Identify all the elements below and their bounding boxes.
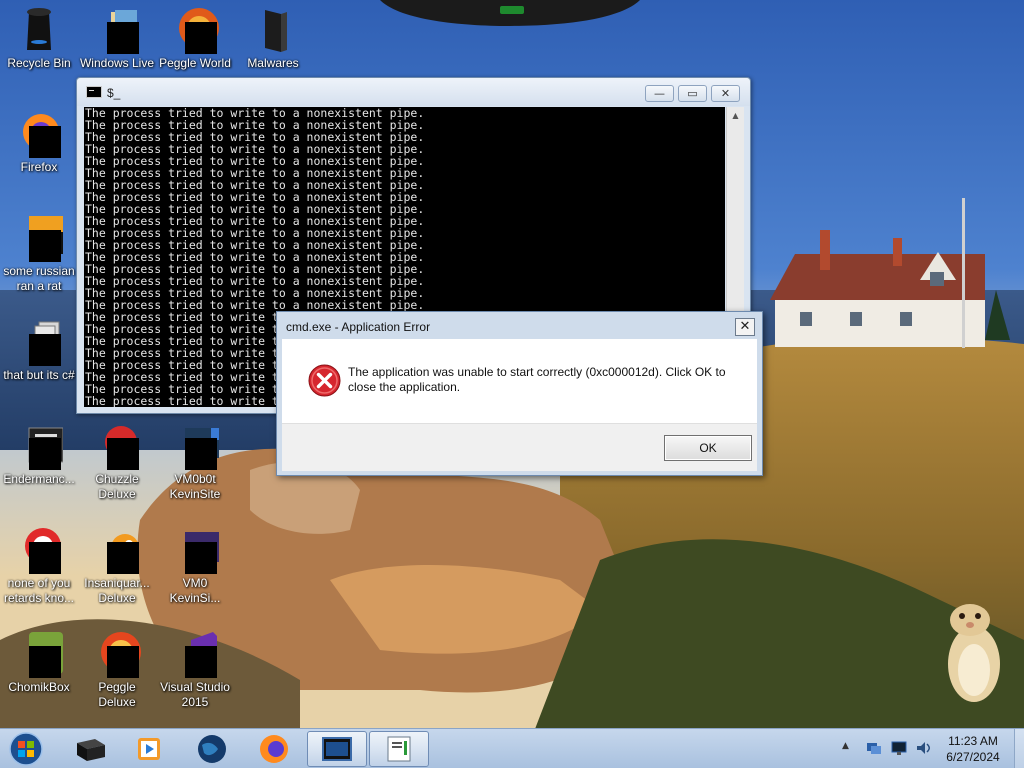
clock-time: 11:23 AM	[948, 734, 998, 748]
minimize-icon: —	[654, 87, 665, 100]
dialog-close-button[interactable]: ✕	[735, 318, 755, 336]
desktop-icon-malwares[interactable]: Malwares	[234, 6, 312, 71]
error-icon	[308, 364, 341, 397]
desktop-icon-label: Windows Live	[79, 56, 155, 70]
tray-display-icon[interactable]	[891, 740, 907, 756]
taskbar-command-prompt[interactable]	[307, 731, 367, 767]
desktop-icon-chomikbox[interactable]: ChomikBox	[0, 630, 78, 695]
desktop-icon-firefox[interactable]: Firefox	[0, 110, 78, 175]
start-orb-icon	[9, 732, 43, 766]
shortcut-icon	[15, 526, 63, 574]
maximize-icon: ▭	[687, 87, 698, 100]
globe-icon	[198, 735, 226, 763]
taskbar-clock[interactable]: 11:23 AM 6/27/2024	[932, 733, 1014, 765]
taskbar-firefox[interactable]	[244, 731, 304, 767]
desktop-icon-label: Firefox	[20, 160, 58, 174]
desktop-icon-insaniquarium-deluxe[interactable]: Insaniquar... Deluxe	[78, 526, 156, 606]
desktop-icon-recycle-bin[interactable]: Recycle Bin	[0, 6, 78, 71]
desktop-icon-label: Visual Studio 2015	[160, 680, 230, 709]
taskbar-notepad[interactable]	[369, 731, 429, 767]
hamster-mascot-image	[940, 598, 1006, 708]
taskbar: ▲ 11:23 AM 6/27/2024	[0, 728, 1024, 768]
minimize-button[interactable]: —	[645, 85, 674, 102]
desktop-icon-label: none of you retards kno...	[3, 576, 75, 605]
insaniquarium-icon	[93, 526, 141, 574]
shortcut-icon	[15, 214, 63, 262]
recycle-bin-icon	[15, 6, 63, 54]
vm-icon	[171, 526, 219, 574]
desktop-icon-peggle-deluxe[interactable]: Peggle Deluxe	[78, 630, 156, 710]
application-error-dialog[interactable]: cmd.exe - Application Error ✕ The applic…	[276, 311, 763, 476]
close-button[interactable]: ✕	[711, 85, 740, 102]
program-icon	[15, 422, 64, 470]
maximize-button[interactable]: ▭	[678, 85, 707, 102]
tray-speaker-icon[interactable]	[915, 740, 931, 756]
dialog-content: The application was unable to start corr…	[282, 339, 757, 423]
ok-button[interactable]: OK	[664, 435, 752, 461]
desktop-icon-none-of-you[interactable]: none of you retards kno...	[0, 526, 78, 606]
close-icon: ✕	[720, 87, 731, 100]
media-player-icon	[138, 738, 160, 760]
shortcut-icon	[15, 318, 63, 366]
windows-live-icon	[93, 6, 141, 54]
vm-icon	[171, 422, 219, 470]
scroll-up-arrow-icon[interactable]: ▲	[727, 107, 744, 124]
console-app-icon	[86, 86, 102, 98]
desktop-icon-peggle-world[interactable]: Peggle World	[156, 6, 234, 71]
start-button[interactable]	[2, 731, 50, 767]
desktop-icon-label: Malwares	[247, 56, 299, 70]
desktop-icon-windows-live[interactable]: Windows Live	[78, 6, 156, 71]
tray-expand-arrow-icon[interactable]: ▲	[842, 741, 858, 757]
tray-arrow-glyph: ▲	[842, 741, 849, 751]
desktop-icon-label: some russian ran a rat	[3, 264, 75, 293]
dialog-title: cmd.exe - Application Error	[286, 320, 431, 334]
console-titlebar[interactable]: $_ — ▭ ✕	[77, 78, 750, 106]
taskbar-console-app[interactable]	[60, 731, 120, 767]
desktop-icon-label: Recycle Bin	[7, 56, 71, 70]
malwares-icon	[249, 6, 297, 54]
tray-network-icon[interactable]	[866, 740, 882, 756]
taskbar-globe[interactable]	[182, 731, 242, 767]
command-prompt-icon	[322, 737, 352, 761]
peggle-deluxe-icon	[93, 630, 141, 678]
firefox-icon	[15, 110, 63, 158]
desktop-icon-label: Insaniquar... Deluxe	[84, 576, 150, 605]
desktop-icon-vm0-kevinsite[interactable]: VM0 KevinSi...	[156, 526, 234, 606]
dialog-footer: OK	[282, 423, 757, 471]
clock-date: 6/27/2024	[946, 750, 1000, 764]
desktop-icon-label: VM0b0t KevinSite	[169, 472, 221, 501]
desktop-icon-label: Endermanc...	[3, 472, 75, 486]
desktop-icon-vm0b0t-kevinsite[interactable]: VM0b0t KevinSite	[156, 422, 234, 502]
desktop-icon-that-but-its-csharp[interactable]: that but its c#	[0, 318, 78, 383]
desktop-icon-label: ChomikBox	[8, 680, 70, 694]
desktop-icon-label: Peggle Deluxe	[98, 680, 136, 709]
taskbar-media-player[interactable]	[120, 731, 180, 767]
desktop-icon-label: Chuzzle Deluxe	[95, 472, 139, 501]
desktop-icon-some-russian-ran-a-rat[interactable]: some russian ran a rat	[0, 214, 78, 294]
notepad-icon	[387, 736, 411, 762]
desktop-icon-chuzzle-deluxe[interactable]: Chuzzle Deluxe	[78, 422, 156, 502]
chuzzle-icon	[93, 422, 141, 470]
peggle-world-icon	[171, 6, 219, 54]
desktop-icon-label: that but its c#	[3, 368, 75, 382]
firefox-icon	[260, 735, 288, 763]
desktop-icon-label: VM0 KevinSi...	[169, 576, 221, 605]
console-app-icon	[77, 739, 105, 761]
desktop-icon-endermanch[interactable]: Endermanc...	[0, 422, 78, 487]
desktop-icon-visual-studio-2015[interactable]: Visual Studio 2015	[156, 630, 234, 710]
close-icon: ✕	[739, 319, 751, 334]
dialog-message: The application was unable to start corr…	[348, 365, 726, 394]
console-title: $_	[107, 86, 121, 100]
visual-studio-icon	[171, 630, 219, 678]
chomikbox-icon	[15, 630, 63, 678]
desktop-icon-label: Peggle World	[159, 56, 231, 70]
show-desktop-button[interactable]	[1014, 729, 1024, 768]
